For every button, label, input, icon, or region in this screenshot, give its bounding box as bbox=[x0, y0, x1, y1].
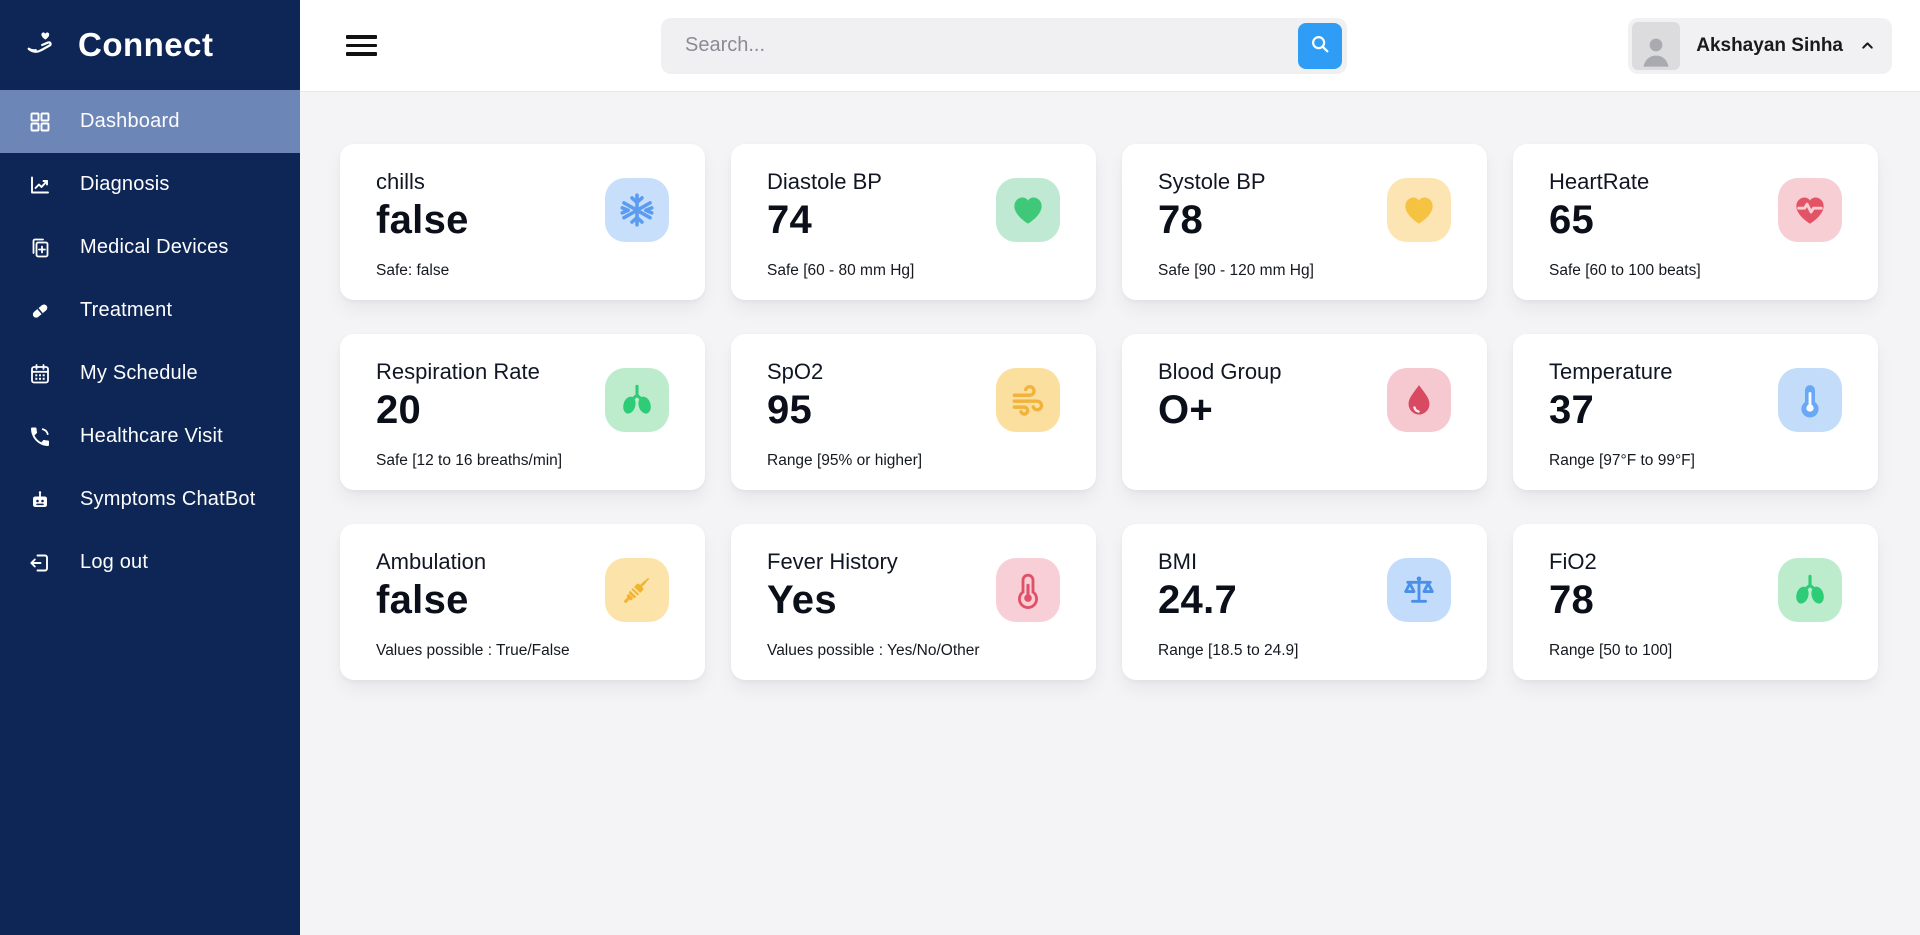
sidebar-item-dashboard[interactable]: Dashboard bbox=[0, 90, 300, 153]
user-profile-menu[interactable]: Akshayan Sinha bbox=[1628, 17, 1892, 74]
app-title: Connect bbox=[78, 26, 214, 63]
hand-heart-icon bbox=[24, 27, 56, 64]
sidebar-item-diagnosis[interactable]: Diagnosis bbox=[0, 153, 300, 216]
sidebar-item-symptoms-chatbot[interactable]: Symptoms ChatBot bbox=[0, 468, 300, 531]
calendar-icon bbox=[28, 362, 52, 386]
sidebar-item-label: Diagnosis bbox=[80, 173, 170, 195]
sidebar-nav: Dashboard Diagnosis Medical Devices Trea… bbox=[0, 90, 300, 594]
sidebar-item-treatment[interactable]: Treatment bbox=[0, 279, 300, 342]
thermometer-icon bbox=[1778, 368, 1842, 432]
robot-icon bbox=[28, 488, 52, 512]
chart-line-icon bbox=[28, 173, 52, 197]
sidebar-item-label: My Schedule bbox=[80, 362, 198, 384]
vital-card-bmi: BMI 24.7 Range [18.5 to 24.9] bbox=[1122, 524, 1487, 680]
medical-devices-icon bbox=[28, 236, 52, 260]
sidebar-item-label: Healthcare Visit bbox=[80, 425, 223, 447]
sidebar-item-label: Medical Devices bbox=[80, 236, 229, 258]
search-button[interactable] bbox=[1298, 22, 1342, 69]
phone-icon bbox=[28, 425, 52, 449]
card-note: Safe [90 - 120 mm Hg] bbox=[1158, 262, 1314, 279]
magnifier-icon bbox=[1309, 33, 1331, 58]
sidebar: Connect Dashboard Diagnosis Medical Devi… bbox=[0, 0, 300, 935]
app-logo[interactable]: Connect bbox=[0, 0, 300, 64]
logout-icon bbox=[28, 551, 52, 575]
thermometer-icon bbox=[996, 558, 1060, 622]
vital-card-respiration-rate: Respiration Rate 20 Safe [12 to 16 breat… bbox=[340, 334, 705, 490]
blood-drop-icon bbox=[1387, 368, 1451, 432]
card-note: Safe: false bbox=[376, 262, 450, 279]
card-note: Safe [60 to 100 beats] bbox=[1549, 262, 1701, 279]
scales-icon bbox=[1387, 558, 1451, 622]
sidebar-item-healthcare-visit[interactable]: Healthcare Visit bbox=[0, 405, 300, 468]
sidebar-item-label: Dashboard bbox=[80, 110, 180, 132]
search-input[interactable] bbox=[661, 17, 1347, 74]
vital-card-diastole-bp: Diastole BP 74 Safe [60 - 80 mm Hg] bbox=[731, 144, 1096, 300]
vital-card-systole-bp: Systole BP 78 Safe [90 - 120 mm Hg] bbox=[1122, 144, 1487, 300]
heart-pulse-icon bbox=[1778, 178, 1842, 242]
heart-icon bbox=[996, 178, 1060, 242]
snowflake-icon bbox=[605, 178, 669, 242]
vital-card-chills: chills false Safe: false bbox=[340, 144, 705, 300]
dashboard-content: chills false Safe: false Diastole BP 74 … bbox=[300, 92, 1920, 680]
lungs-icon bbox=[1778, 558, 1842, 622]
chevron-up-icon bbox=[1859, 37, 1876, 54]
vital-card-spo2: SpO2 95 Range [95% or higher] bbox=[731, 334, 1096, 490]
topbar: Akshayan Sinha bbox=[300, 0, 1920, 92]
card-note: Range [95% or higher] bbox=[767, 452, 923, 469]
sidebar-item-label: Symptoms ChatBot bbox=[80, 488, 256, 510]
vital-card-blood-group: Blood Group O+ bbox=[1122, 334, 1487, 490]
vital-card-fio2: FiO2 78 Range [50 to 100] bbox=[1513, 524, 1878, 680]
app-root: Connect Dashboard Diagnosis Medical Devi… bbox=[0, 0, 1920, 935]
card-note: Values possible : Yes/No/Other bbox=[767, 642, 980, 659]
vitals-grid: chills false Safe: false Diastole BP 74 … bbox=[340, 144, 1878, 680]
dashboard-grid-icon bbox=[28, 110, 52, 134]
heart-icon bbox=[1387, 178, 1451, 242]
vital-card-heartrate: HeartRate 65 Safe [60 to 100 beats] bbox=[1513, 144, 1878, 300]
avatar bbox=[1632, 21, 1681, 70]
search-box bbox=[661, 17, 1347, 74]
sidebar-item-medical-devices[interactable]: Medical Devices bbox=[0, 216, 300, 279]
pill-icon bbox=[28, 299, 52, 323]
card-note: Safe [12 to 16 breaths/min] bbox=[376, 452, 563, 469]
card-note: Range [50 to 100] bbox=[1549, 642, 1673, 659]
sidebar-item-label: Treatment bbox=[80, 299, 173, 321]
syringe-icon bbox=[605, 558, 669, 622]
vital-card-temperature: Temperature 37 Range [97°F to 99°F] bbox=[1513, 334, 1878, 490]
vital-card-fever-history: Fever History Yes Values possible : Yes/… bbox=[731, 524, 1096, 680]
card-note: Range [18.5 to 24.9] bbox=[1158, 642, 1299, 659]
lungs-icon bbox=[605, 368, 669, 432]
hamburger-menu-icon[interactable] bbox=[346, 35, 377, 56]
wind-icon bbox=[996, 368, 1060, 432]
card-note: Values possible : True/False bbox=[376, 642, 570, 659]
sidebar-item-label: Log out bbox=[80, 551, 149, 573]
vital-card-ambulation: Ambulation false Values possible : True/… bbox=[340, 524, 705, 680]
user-name: Akshayan Sinha bbox=[1696, 34, 1843, 56]
sidebar-item-logout[interactable]: Log out bbox=[0, 531, 300, 594]
main-area: Akshayan Sinha chills false Safe: false bbox=[300, 0, 1920, 935]
card-note: Range [97°F to 99°F] bbox=[1549, 452, 1695, 469]
card-note: Safe [60 - 80 mm Hg] bbox=[767, 262, 915, 279]
sidebar-item-my-schedule[interactable]: My Schedule bbox=[0, 342, 300, 405]
